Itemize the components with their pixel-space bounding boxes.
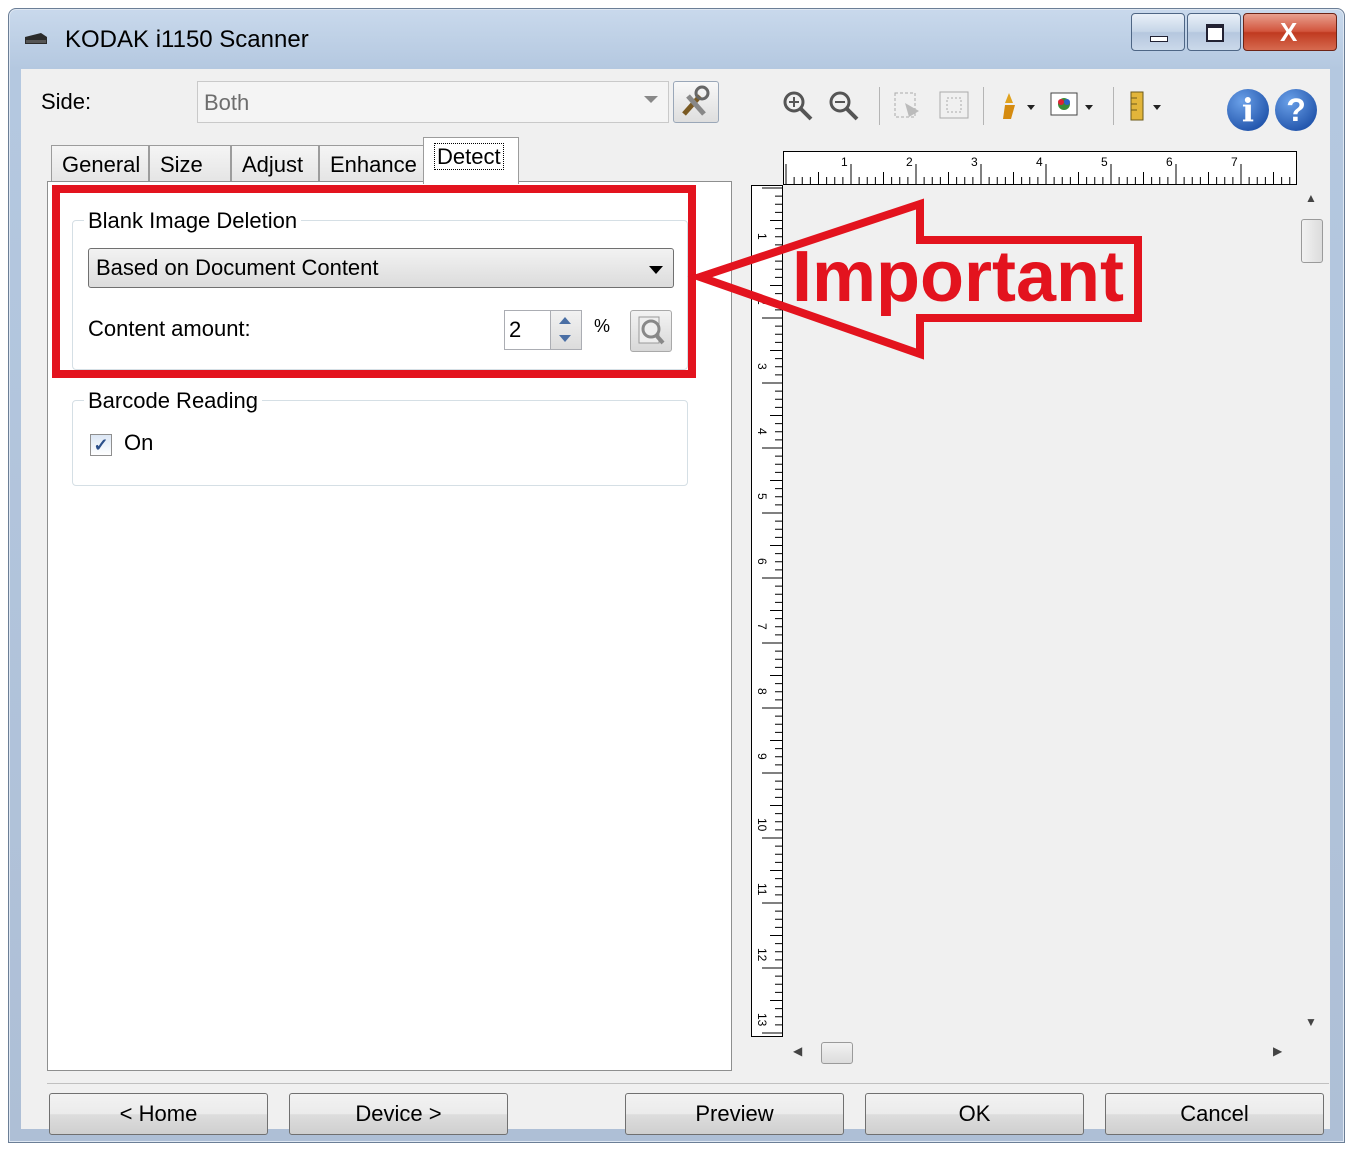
tab-adjust[interactable]: Adjust [231,145,319,183]
blank-deletion-mode-value: Based on Document Content [96,255,379,280]
tab-label: Enhance [330,152,417,177]
ruler-label: 8 [755,688,769,695]
scanner-app-icon [25,33,47,44]
client-area: Side: Both i ? General Size Adjust Enhan… [21,69,1330,1135]
ruler-label: 12 [755,948,769,962]
maximize-icon [1206,24,1224,42]
toolbar-separator [879,87,880,125]
toolbar-separator [1113,87,1114,125]
tab-label: Detect [434,143,504,170]
horizontal-scrollbar[interactable]: ◀ ▶ [783,1039,1297,1067]
horizontal-ruler-ticks: 12345678 [785,155,1291,184]
fit-page-icon[interactable] [937,89,971,129]
spin-up-icon [559,317,571,324]
tab-label: General [62,152,141,177]
settings-tools-button[interactable] [673,81,719,123]
preview-button[interactable]: Preview [625,1093,844,1135]
horizontal-scroll-thumb[interactable] [821,1042,853,1064]
tab-size[interactable]: Size [149,145,231,183]
chevron-down-icon [644,96,658,103]
tab-label: Adjust [242,152,304,177]
content-amount-value: 2 [509,317,522,342]
vertical-scroll-thumb[interactable] [1301,219,1323,263]
home-button[interactable]: < Home [49,1093,268,1135]
maximize-button[interactable] [1187,13,1241,51]
ruler-label: 4 [755,428,769,435]
blank-image-deletion-label: Blank Image Deletion [84,208,302,234]
help-icon[interactable]: ? [1275,89,1317,131]
vertical-ruler: 1 2 3 4 5 6 7 8 9 10 11 12 13 [751,185,783,1037]
tools-icon [682,85,710,116]
close-icon: X [1280,17,1298,47]
ruler-label: 11 [755,883,769,896]
blank-deletion-mode-select[interactable]: Based on Document Content [88,248,674,288]
bottom-divider [47,1083,1329,1084]
ruler-label: 5 [755,493,769,500]
ruler-label: 1 [755,233,769,240]
barcode-on-checkbox[interactable]: ✓ [90,434,112,456]
ruler-label: 6 [1166,155,1173,169]
side-select[interactable]: Both [197,81,669,123]
ruler-label: 7 [1231,155,1238,169]
side-select-value: Both [204,90,250,115]
ruler-label: 7 [755,623,769,630]
tab-general[interactable]: General [51,145,149,183]
zoom-in-icon[interactable] [781,89,815,129]
annotation-text: Important [792,237,1124,317]
side-label: Side: [41,89,92,114]
ruler-label: 3 [971,155,978,169]
scroll-right-icon[interactable]: ▶ [1273,1044,1282,1058]
percent-unit: % [594,316,611,336]
scroll-up-icon[interactable]: ▲ [1305,191,1317,205]
scroll-left-icon[interactable]: ◀ [793,1044,802,1058]
detect-panel: Blank Image Deletion Based on Document C… [47,181,732,1071]
ruler-label: 4 [1036,155,1043,169]
auto-adjust-icon[interactable] [997,89,1041,129]
content-amount-stepper[interactable] [550,310,582,350]
content-preview-button[interactable] [630,310,672,352]
barcode-on-label: On [124,430,154,455]
horizontal-ruler: 12345678 [783,151,1297,185]
vertical-scrollbar[interactable]: ▲ ▼ [1297,185,1325,1037]
tab-detect[interactable]: Detect [423,137,519,184]
spin-down-icon [559,335,571,342]
ruler-label: 2 [906,155,913,169]
barcode-reading-label: Barcode Reading [84,388,263,414]
minimize-button[interactable] [1131,13,1185,51]
ruler-label: 3 [755,363,769,370]
cancel-button[interactable]: Cancel [1105,1093,1324,1135]
scanner-window: KODAK i1150 Scanner X Side: Both i ? Gen… [8,8,1345,1143]
window-title: KODAK i1150 Scanner [65,26,309,53]
content-amount-label: Content amount: [88,316,251,341]
magnifier-icon [638,316,665,345]
tab-label: Size [160,152,203,177]
blank-image-deletion-group [72,220,688,370]
chevron-down-icon [649,266,663,274]
check-icon: ✓ [93,435,109,455]
zoom-out-icon[interactable] [827,89,861,129]
device-button[interactable]: Device > [289,1093,508,1135]
toolbar-separator [983,87,984,125]
ruler-label: 10 [755,818,769,832]
color-settings-icon[interactable] [1047,89,1099,129]
ruler-label: 5 [1101,155,1108,169]
ruler-label: 9 [755,753,769,760]
close-button[interactable]: X [1243,13,1337,51]
ruler-label: 1 [841,155,848,169]
ruler-units-icon[interactable] [1125,89,1169,129]
ok-button[interactable]: OK [865,1093,1084,1135]
ruler-label: 2 [755,298,769,305]
rotate-icon[interactable] [891,89,925,129]
content-amount-input[interactable]: 2 [504,310,552,350]
ruler-label: 6 [755,558,769,565]
scroll-down-icon[interactable]: ▼ [1305,1015,1317,1029]
tab-enhance[interactable]: Enhance [319,145,425,183]
vertical-ruler-ticks: 12345678910111213 [755,187,782,1034]
ruler-label: 13 [755,1013,769,1027]
info-icon[interactable]: i [1227,89,1269,131]
minimize-icon [1150,36,1168,42]
title-bar[interactable]: KODAK i1150 Scanner X [9,9,1344,69]
